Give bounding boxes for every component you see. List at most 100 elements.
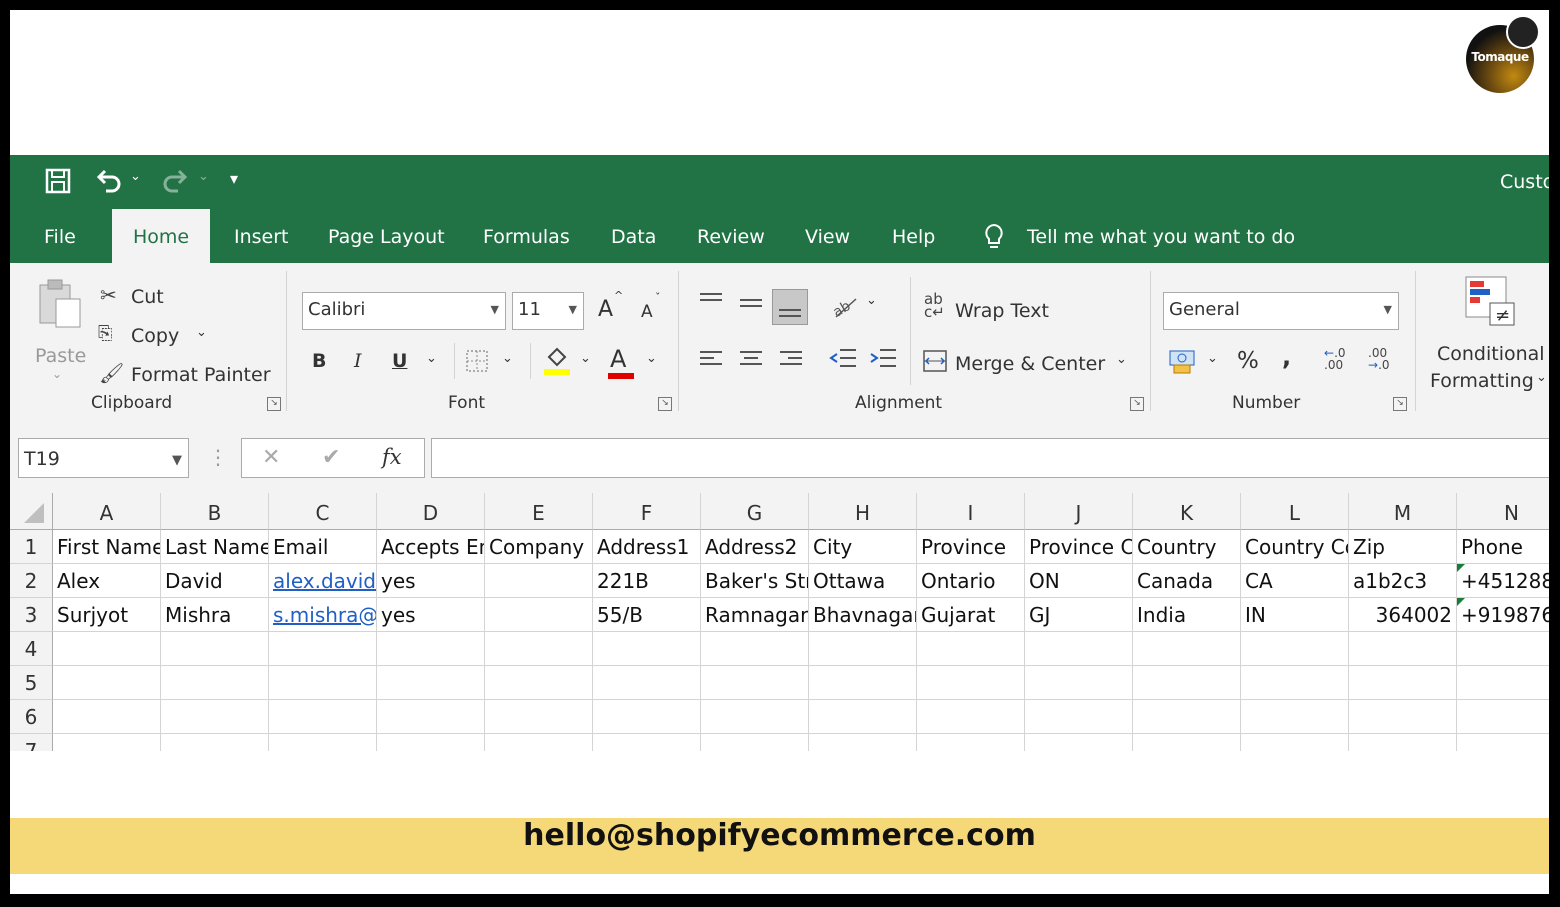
tab-home[interactable]: Home: [112, 209, 210, 263]
column-header-c[interactable]: C: [269, 493, 377, 530]
cell-c5[interactable]: [269, 666, 377, 700]
alignment-launcher-icon[interactable]: ↘: [1130, 397, 1144, 411]
font-size-select[interactable]: 11 ▼: [512, 292, 584, 330]
redo-dropdown-icon[interactable]: ⌄: [198, 169, 209, 184]
increase-font-icon[interactable]: A: [598, 297, 613, 322]
cell-i7[interactable]: [917, 734, 1025, 751]
insert-function-button[interactable]: fx: [382, 445, 402, 469]
cell-j7[interactable]: [1025, 734, 1133, 751]
cell-e5[interactable]: [485, 666, 593, 700]
cell-k1[interactable]: Country: [1133, 530, 1241, 564]
percent-style-button[interactable]: %: [1237, 348, 1259, 374]
paste-icon[interactable]: [36, 277, 86, 334]
tab-insert[interactable]: Insert: [234, 209, 289, 263]
cell-d3[interactable]: yes: [377, 598, 485, 632]
cell-f2[interactable]: 221B: [593, 564, 701, 598]
italic-button[interactable]: I: [354, 350, 362, 372]
cell-b1[interactable]: Last Name: [161, 530, 269, 564]
align-right-icon[interactable]: [778, 349, 804, 374]
orientation-icon[interactable]: ab: [830, 293, 860, 324]
cell-h3[interactable]: Bhavnagar: [809, 598, 917, 632]
tab-formulas[interactable]: Formulas: [483, 209, 570, 263]
copy-button[interactable]: Copy: [131, 325, 179, 347]
accounting-dropdown-icon[interactable]: ⌄: [1207, 351, 1218, 366]
redo-icon[interactable]: [160, 165, 190, 201]
cell-e1[interactable]: Company: [485, 530, 593, 564]
cell-a2[interactable]: Alex: [53, 564, 161, 598]
cell-f1[interactable]: Address1: [593, 530, 701, 564]
cell-h1[interactable]: City: [809, 530, 917, 564]
borders-icon[interactable]: [465, 349, 489, 378]
increase-indent-icon[interactable]: [868, 347, 898, 376]
cell-d4[interactable]: [377, 632, 485, 666]
cell-g2[interactable]: Baker's Street: [701, 564, 809, 598]
more-options-icon[interactable]: ⋮: [208, 445, 228, 469]
cell-h4[interactable]: [809, 632, 917, 666]
fill-color-dropdown-icon[interactable]: ⌄: [580, 351, 591, 366]
cell-b3[interactable]: Mishra: [161, 598, 269, 632]
cell-m6[interactable]: [1349, 700, 1457, 734]
bottom-align-icon[interactable]: [772, 289, 808, 325]
cell-j4[interactable]: [1025, 632, 1133, 666]
column-header-b[interactable]: B: [161, 493, 269, 530]
undo-icon[interactable]: [94, 165, 124, 201]
column-header-i[interactable]: I: [917, 493, 1025, 530]
cell-a6[interactable]: [53, 700, 161, 734]
tab-file[interactable]: File: [44, 209, 76, 263]
borders-dropdown-icon[interactable]: ⌄: [502, 351, 513, 366]
cell-g1[interactable]: Address2: [701, 530, 809, 564]
wrap-text-button[interactable]: Wrap Text: [955, 300, 1049, 322]
orientation-dropdown-icon[interactable]: ⌄: [866, 293, 877, 308]
column-header-a[interactable]: A: [53, 493, 161, 530]
cell-j6[interactable]: [1025, 700, 1133, 734]
paste-dropdown-icon[interactable]: ⌄: [52, 367, 62, 381]
cell-g3[interactable]: Ramnagar: [701, 598, 809, 632]
row-header-7[interactable]: 7: [10, 734, 53, 751]
cell-f5[interactable]: [593, 666, 701, 700]
cell-a3[interactable]: Surjyot: [53, 598, 161, 632]
cell-k6[interactable]: [1133, 700, 1241, 734]
cell-l7[interactable]: [1241, 734, 1349, 751]
cell-b7[interactable]: [161, 734, 269, 751]
accounting-format-icon[interactable]: [1168, 347, 1198, 380]
cell-m1[interactable]: Zip: [1349, 530, 1457, 564]
conditional-formatting-button[interactable]: Conditional: [1437, 343, 1545, 365]
cell-n2[interactable]: +4512887: [1457, 564, 1549, 598]
cell-e3[interactable]: [485, 598, 593, 632]
bold-button[interactable]: B: [312, 350, 326, 372]
format-painter-button[interactable]: Format Painter: [131, 364, 271, 386]
cell-i6[interactable]: [917, 700, 1025, 734]
cell-m4[interactable]: [1349, 632, 1457, 666]
cell-e2[interactable]: [485, 564, 593, 598]
formula-input[interactable]: [431, 438, 1549, 478]
cell-n4[interactable]: [1457, 632, 1549, 666]
column-header-d[interactable]: D: [377, 493, 485, 530]
paste-button[interactable]: Paste: [35, 345, 86, 367]
column-header-h[interactable]: H: [809, 493, 917, 530]
conditional-dropdown-icon[interactable]: ⌄: [1536, 370, 1547, 385]
cell-c2[interactable]: alex.david: [269, 564, 377, 598]
cell-i4[interactable]: [917, 632, 1025, 666]
cell-n5[interactable]: [1457, 666, 1549, 700]
cell-b4[interactable]: [161, 632, 269, 666]
decrease-indent-icon[interactable]: [828, 347, 858, 376]
cell-c4[interactable]: [269, 632, 377, 666]
cell-l3[interactable]: IN: [1241, 598, 1349, 632]
enter-check-icon[interactable]: ✔: [322, 445, 340, 470]
tab-page-layout[interactable]: Page Layout: [328, 209, 445, 263]
cell-i2[interactable]: Ontario: [917, 564, 1025, 598]
cell-f6[interactable]: [593, 700, 701, 734]
cell-f7[interactable]: [593, 734, 701, 751]
cut-button[interactable]: Cut: [131, 286, 164, 308]
cell-c7[interactable]: [269, 734, 377, 751]
cell-d7[interactable]: [377, 734, 485, 751]
cell-i1[interactable]: Province: [917, 530, 1025, 564]
cell-k5[interactable]: [1133, 666, 1241, 700]
cell-l5[interactable]: [1241, 666, 1349, 700]
column-header-k[interactable]: K: [1133, 493, 1241, 530]
middle-align-icon[interactable]: [738, 293, 764, 318]
column-header-g[interactable]: G: [701, 493, 809, 530]
cell-g6[interactable]: [701, 700, 809, 734]
font-name-select[interactable]: Calibri ▼: [302, 292, 506, 330]
undo-dropdown-icon[interactable]: ⌄: [130, 169, 141, 184]
